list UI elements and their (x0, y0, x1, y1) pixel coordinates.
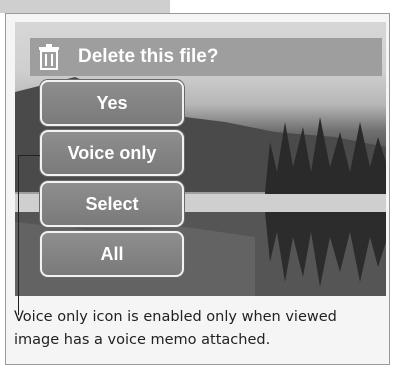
caption-text: Voice only icon is enabled only when vie… (14, 309, 337, 348)
voice-only-button[interactable]: Voice only (40, 130, 184, 176)
dialog-title-bar: Delete this file? (30, 38, 382, 76)
trash-icon (30, 38, 68, 76)
callout-line-horizontal (18, 155, 40, 156)
yes-button[interactable]: Yes (40, 80, 184, 126)
dialog-title: Delete this file? (78, 46, 219, 67)
callout-line-vertical (18, 155, 19, 315)
manual-page: Delete this file? Yes Voice only Select … (0, 0, 394, 365)
select-button[interactable]: Select (40, 181, 184, 227)
header-tab (0, 0, 170, 13)
all-button[interactable]: All (40, 231, 184, 277)
